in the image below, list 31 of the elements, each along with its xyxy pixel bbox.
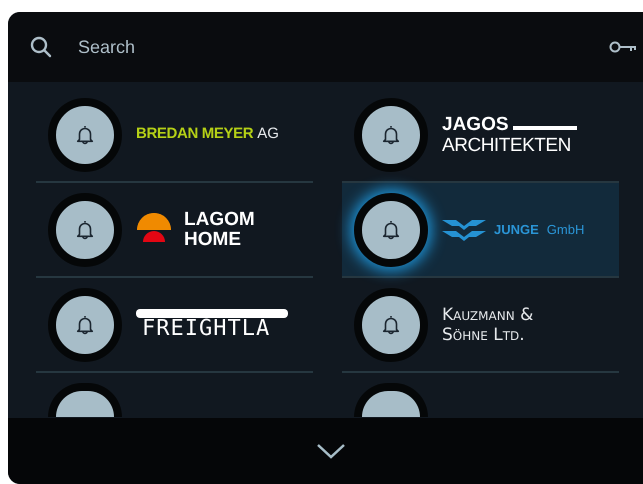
company-name-line: HOME xyxy=(184,230,242,250)
key-icon[interactable] xyxy=(609,40,637,54)
company-suffix: GmbH xyxy=(546,220,584,239)
search-field[interactable]: Search xyxy=(78,34,609,60)
logo-bar xyxy=(512,126,577,130)
search-icon xyxy=(30,36,52,58)
search-bar[interactable]: Search xyxy=(8,12,643,82)
contact-tile[interactable]: Kauzmann & Söhne Ltd. xyxy=(342,278,619,373)
bell-button[interactable] xyxy=(354,192,428,266)
bell-icon xyxy=(381,124,401,146)
bell-icon xyxy=(75,124,95,146)
wave-logo-icon xyxy=(442,218,486,242)
chevron-down-icon[interactable] xyxy=(316,443,346,459)
bell-icon xyxy=(381,218,401,240)
contact-tile[interactable]: BREDAN MEYER AG xyxy=(36,88,313,183)
bell-icon xyxy=(75,314,95,336)
company-name-line: LAGOM xyxy=(184,210,255,230)
bell-icon xyxy=(75,218,95,240)
company-name: JAGOS xyxy=(442,114,509,134)
bell-icon xyxy=(381,314,401,336)
contact-tile[interactable]: LAGOM HOME xyxy=(36,183,313,278)
contact-tile[interactable]: JAGOS ARCHITEKTEN xyxy=(342,88,619,183)
company-suffix: AG xyxy=(257,124,279,144)
contact-tile[interactable]: FREIGHTLA xyxy=(36,278,313,373)
company-name: FREIGHTLA xyxy=(141,318,270,340)
company-name-line: Kauzmann & xyxy=(442,304,534,324)
company-subtitle: ARCHITEKTEN xyxy=(442,134,572,156)
company-name: BREDAN MEYER xyxy=(136,124,254,144)
contact-tile[interactable]: JUNGE GmbH xyxy=(342,183,619,278)
company-name-line: Söhne Ltd. xyxy=(442,324,526,344)
company-name: JUNGE xyxy=(494,220,539,239)
